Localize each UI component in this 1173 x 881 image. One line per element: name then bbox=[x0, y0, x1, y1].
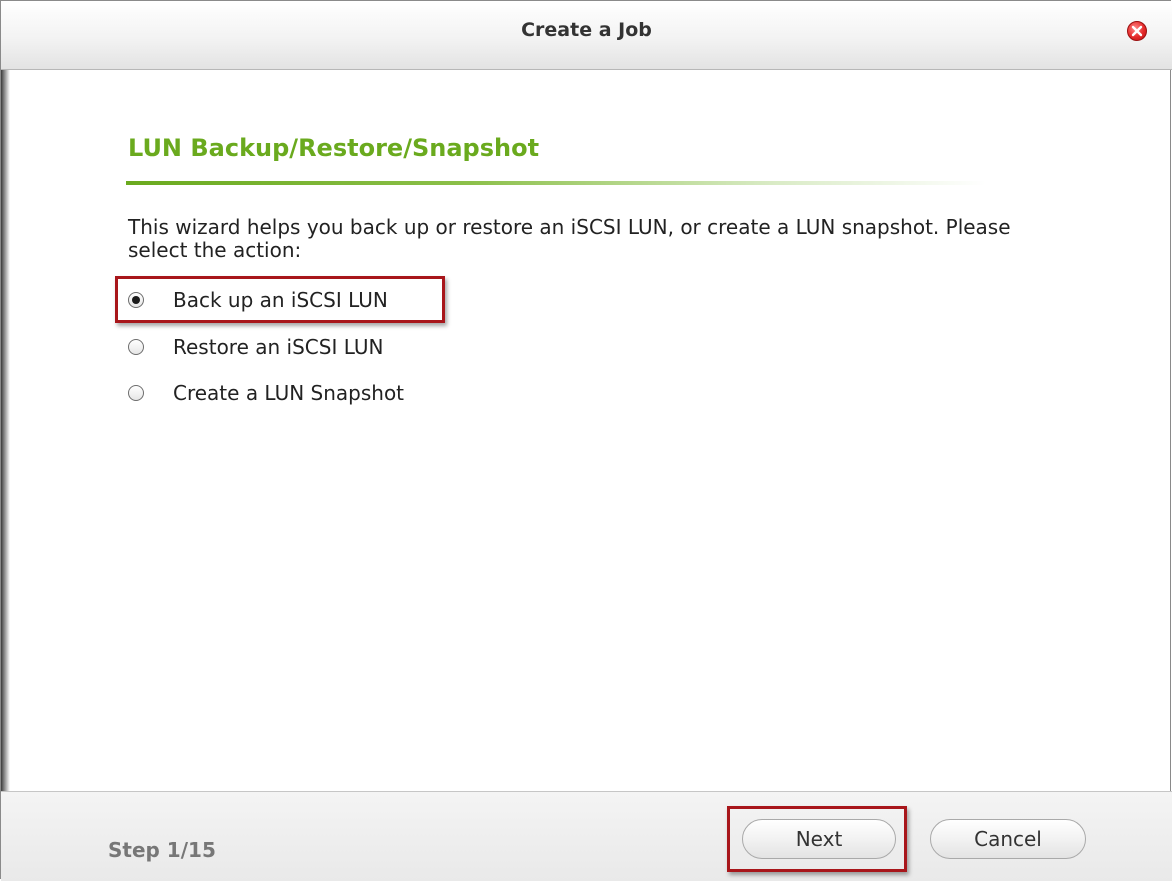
wizard-description: This wizard helps you back up or restore… bbox=[128, 215, 1011, 262]
highlight-next-button bbox=[727, 806, 907, 872]
radio-create-snapshot[interactable] bbox=[128, 385, 144, 401]
highlight-selected-option bbox=[115, 276, 445, 323]
option-label: Create a LUN Snapshot bbox=[173, 381, 405, 405]
option-create-snapshot[interactable]: Create a LUN Snapshot bbox=[128, 377, 404, 409]
create-job-dialog: Create a Job LUN Backup/Restore/Snapshot… bbox=[0, 0, 1172, 881]
option-label: Restore an iSCSI LUN bbox=[173, 335, 384, 359]
section-title: LUN Backup/Restore/Snapshot bbox=[128, 134, 540, 162]
window-edge-shadow bbox=[1, 1, 10, 880]
radio-restore-lun[interactable] bbox=[128, 339, 144, 355]
title-bar: Create a Job bbox=[1, 1, 1172, 70]
section-divider bbox=[126, 181, 986, 185]
step-indicator: Step 1/15 bbox=[108, 838, 216, 862]
cancel-button[interactable]: Cancel bbox=[930, 819, 1086, 859]
close-icon[interactable] bbox=[1127, 21, 1147, 41]
dialog-title: Create a Job bbox=[521, 19, 652, 41]
option-restore-lun[interactable]: Restore an iSCSI LUN bbox=[128, 331, 383, 363]
